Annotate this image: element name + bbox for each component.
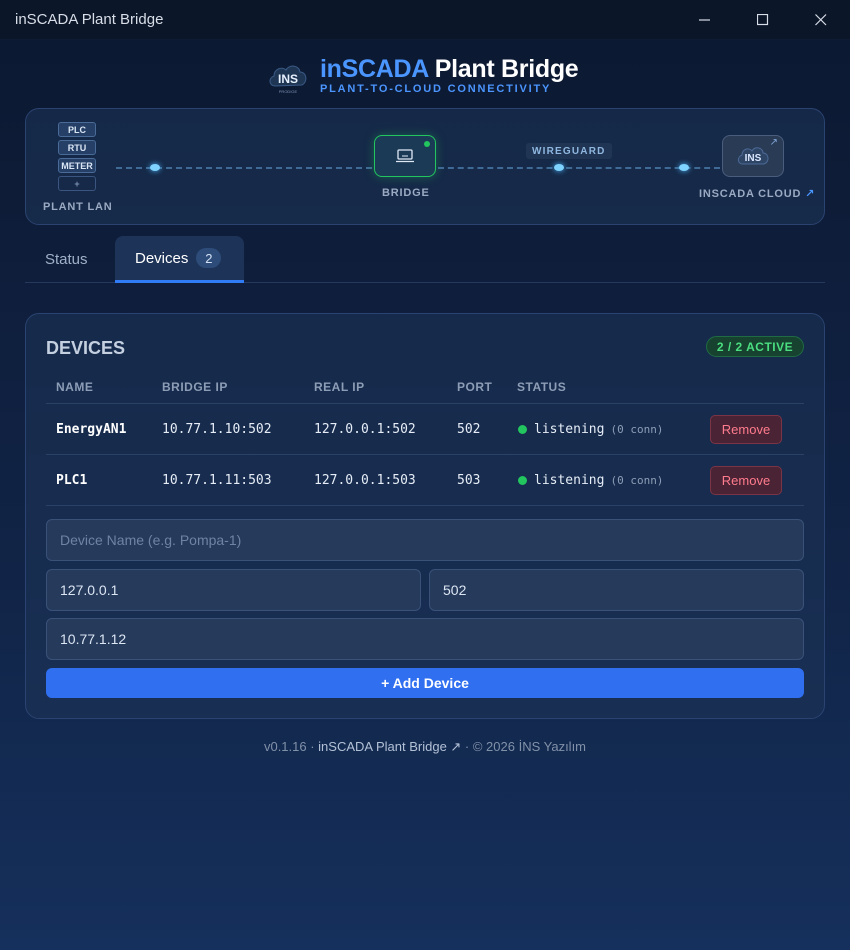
footer-app-link[interactable]: inSCADA Plant Bridge ↗ [318,739,461,754]
logo-text: INS [278,72,298,86]
devices-panel: DEVICES 2 / 2 ACTIVE NAME BRIDGE IP REAL… [25,313,825,719]
bridge-label: BRIDGE [382,187,430,199]
real-ip-input[interactable] [46,569,421,611]
cloud-label-text: INSCADA CLOUD [699,188,802,200]
footer-version: v0.1.16 · [263,739,319,754]
plant-link-dot [150,164,160,171]
bridge-ip-input[interactable] [46,618,804,660]
device-real-ip: 127.0.0.1:502 [314,422,416,437]
tunnel-link-dot [554,164,564,171]
device-port: 503 [457,473,481,488]
device-name: PLC1 [56,473,88,488]
remove-device-button[interactable]: Remove [710,466,782,495]
add-device-button[interactable]: + Add Device [46,668,804,698]
chip-meter: METER [58,158,96,173]
devices-table-header: NAME BRIDGE IP REAL IP PORT STATUS [46,380,804,404]
status-online-indicator [518,476,527,485]
col-status: STATUS [517,380,567,394]
window-titlebar: inSCADA Plant Bridge [0,0,850,40]
device-port: 502 [457,422,481,437]
tab-devices-label: Devices [135,249,189,267]
cloud-label-arrow-icon: ↗ [805,188,816,200]
plant-lan-label: PLANT LAN [43,201,113,213]
minimize-icon [699,19,710,21]
table-row: PLC1 10.77.1.11:503 127.0.0.1:503 503 li… [46,455,804,506]
tunnel-link-line [438,167,720,169]
cloud-link-dot [679,164,689,171]
tab-devices[interactable]: Devices 2 [115,236,244,283]
laptop-icon [396,149,414,163]
brand-title-rest: Plant Bridge [434,55,579,83]
cloud-logo-icon: INS [737,147,769,165]
chip-plc: PLC [58,122,96,137]
active-status-badge: 2 / 2 ACTIVE [706,336,804,357]
device-status-text: listening [534,422,605,437]
close-button[interactable] [792,0,850,40]
brand-subtitle: PLANT-TO-CLOUD CONNECTIVITY [320,83,552,95]
remove-device-button[interactable]: Remove [710,415,782,444]
wireguard-badge: WIREGUARD [526,143,612,159]
cloud-node[interactable]: INS ↗ [722,135,784,177]
chip-rtu: RTU [58,140,96,155]
tab-status[interactable]: Status [45,236,88,282]
plant-device-chips: PLC RTU METER + [58,122,96,194]
maximize-button[interactable] [734,0,792,40]
devices-count-badge: 2 [196,248,222,268]
device-bridge-ip: 10.77.1.10:502 [162,422,272,437]
table-row: EnergyAN1 10.77.1.10:502 127.0.0.1:502 5… [46,404,804,455]
col-real-ip: REAL IP [314,380,365,394]
chip-add: + [58,176,96,191]
maximize-icon [757,14,769,26]
brand-title-accent: inSCADA [320,55,429,83]
cloud-label[interactable]: INSCADA CLOUD ↗ [699,187,815,200]
footer-copyright: · © 2026 İNS Yazılım [461,739,587,754]
devices-title: DEVICES [46,338,126,358]
device-name-input[interactable] [46,519,804,561]
ins-logo-icon: INS PRODIGE [269,65,307,94]
app-header: INS PRODIGE inSCADA Plant Bridge PLANT-T… [0,54,850,100]
device-status: listening (0 conn) [518,404,663,455]
device-conn-count: (0 conn) [610,423,664,436]
tab-status-label: Status [45,250,88,268]
col-port: PORT [457,380,493,394]
brand-title: inSCADA Plant Bridge [320,55,579,84]
device-bridge-ip: 10.77.1.11:503 [162,473,272,488]
close-icon [815,14,827,26]
col-bridge-ip: BRIDGE IP [162,380,228,394]
port-input[interactable] [429,569,804,611]
external-link-icon: ↗ [769,137,778,148]
minimize-button[interactable] [676,0,734,40]
cloud-logo-text: INS [745,153,762,164]
window-title: inSCADA Plant Bridge [15,11,164,28]
device-name: EnergyAN1 [56,422,127,437]
bridge-online-indicator [424,141,430,147]
bridge-node [374,135,436,177]
device-status-text: listening [534,473,605,488]
device-conn-count: (0 conn) [610,474,664,487]
logo-subtext: PRODIGE [279,89,298,94]
topology-card: PLC RTU METER + PLANT LAN BRIDGE WIREGUA… [25,108,825,225]
col-name: NAME [56,380,94,394]
status-online-indicator [518,425,527,434]
footer: v0.1.16 · inSCADA Plant Bridge ↗ · © 202… [0,739,850,755]
device-real-ip: 127.0.0.1:503 [314,473,416,488]
device-status: listening (0 conn) [518,455,663,506]
tab-bar: Status Devices 2 [25,236,825,283]
